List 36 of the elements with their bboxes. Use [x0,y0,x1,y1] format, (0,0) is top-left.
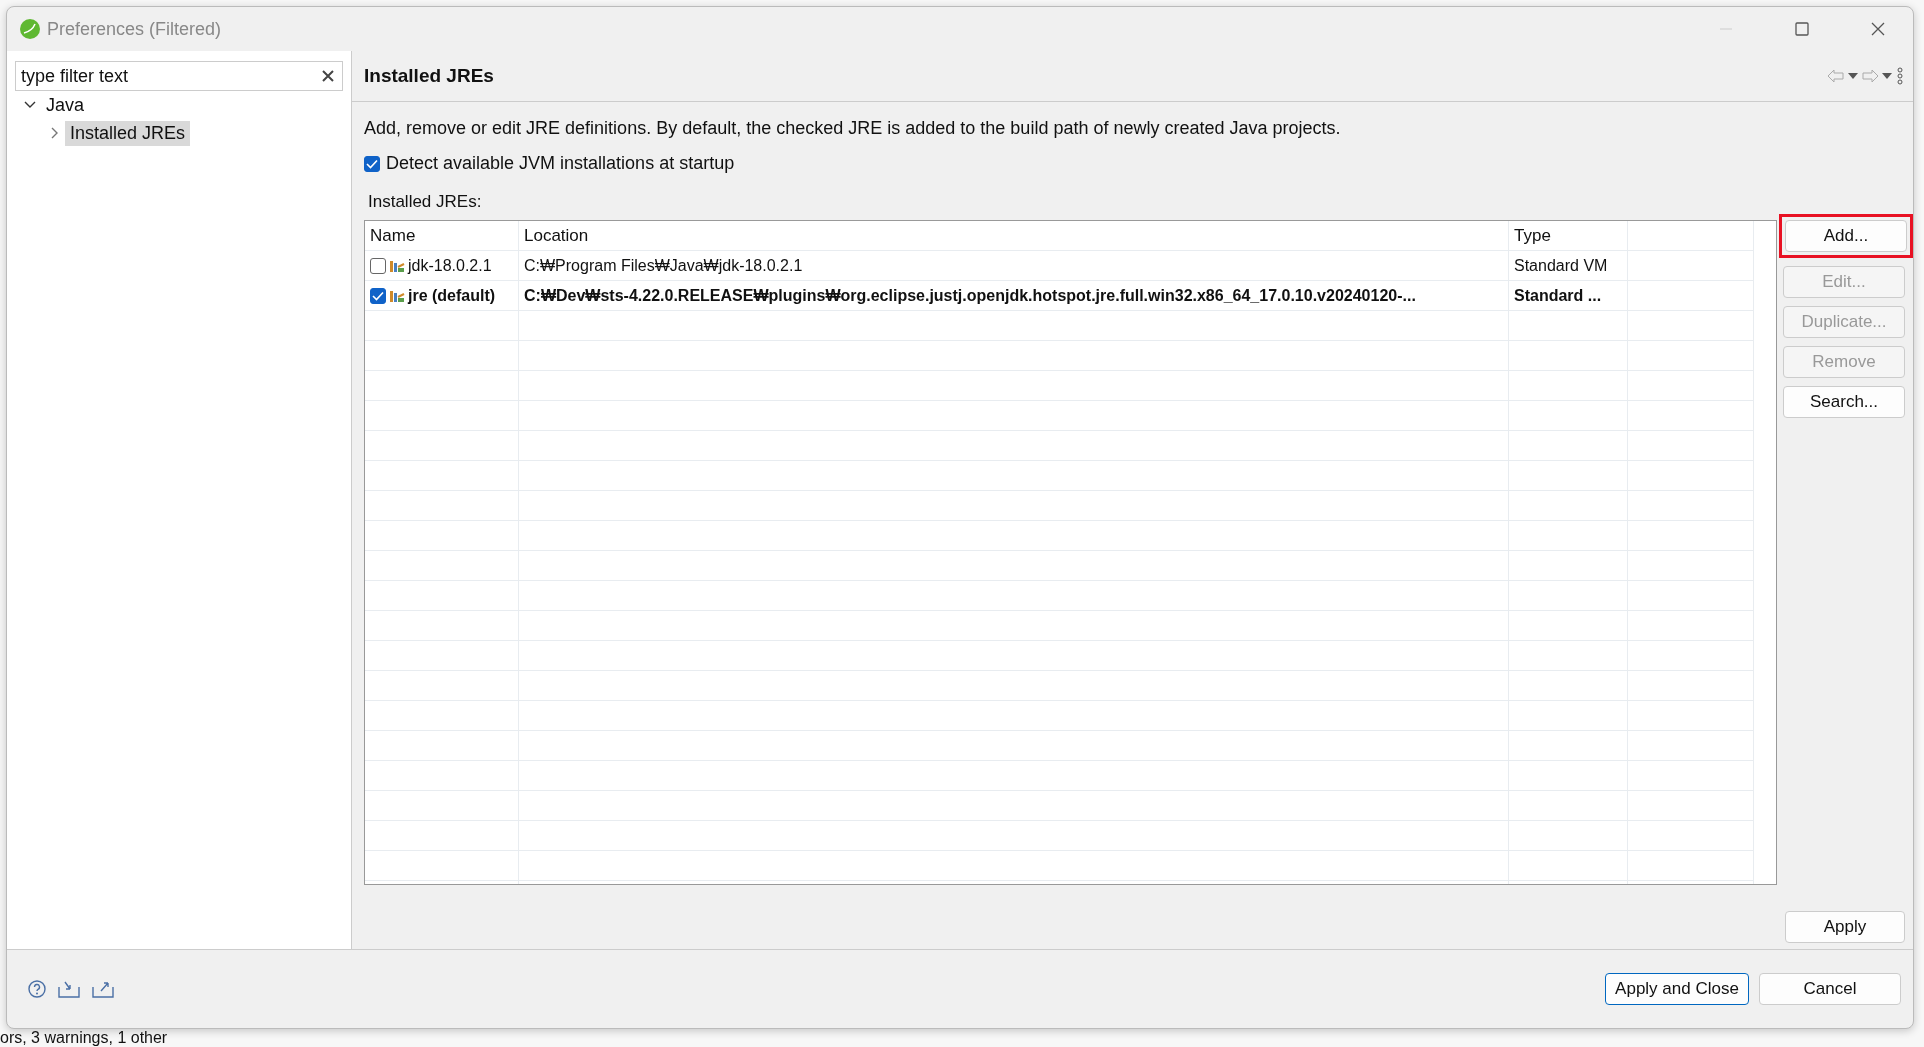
detect-checkbox[interactable]: Detect available JVM installations at startup [364,153,1905,174]
leaf-logo-icon [19,18,41,40]
filter-field[interactable]: type filter text [15,61,343,91]
tree-item[interactable]: Installed JREs [65,120,191,146]
export-icon[interactable] [91,979,115,999]
library-icon [389,258,405,273]
apply-button[interactable]: Apply [1785,911,1905,943]
action-button[interactable]: Add... [1785,220,1907,252]
row-checkbox[interactable] [370,257,386,274]
jre-type: Standard VM [1514,256,1608,275]
more-icon[interactable] [1895,67,1905,85]
action-button[interactable]: Search... [1783,386,1905,418]
column-header[interactable]: Location [519,221,1509,250]
jre-type: Standard ... [1514,286,1602,305]
page-title: Installed JREs [364,65,495,87]
jre-name: jdk-18.0.2.1 [408,256,492,275]
description-text: Add, remove or edit JRE definitions. By default, the checked JRE is added to the build path of newly created Java projects. [364,118,1342,139]
library-icon [389,288,405,303]
jre-location: C:₩Program Files₩Java₩jdk-18.0.2.1 [524,256,803,275]
column-header[interactable]: Name [365,221,519,250]
row-checkbox[interactable] [370,287,386,304]
jre-location: C:₩Dev₩sts-4.22.0.RELEASE₩plugins₩org.eclipse.justj.openjdk.hotspot.jre.full.win32.x86_64_17.0.10.v20240120-... [524,286,1416,305]
checkmark-icon [366,158,378,169]
table-label: Installed JREs: [368,192,483,212]
status-text: ors, 3 warnings, 1 other [0,1029,169,1047]
clear-icon[interactable] [321,69,335,83]
window-title: Preferences (Filtered) [47,18,223,40]
import-icon[interactable] [57,979,81,999]
dialog-button[interactable]: Cancel [1759,973,1901,1005]
column-header[interactable]: Type [1509,221,1628,250]
dialog-button[interactable]: Apply and Close [1605,973,1749,1005]
tree-item[interactable]: Java [41,92,90,118]
help-icon[interactable] [27,979,47,999]
maximize-icon[interactable] [1792,19,1812,39]
checkmark-icon [372,290,384,301]
jre-name: jre (default) [408,286,496,305]
